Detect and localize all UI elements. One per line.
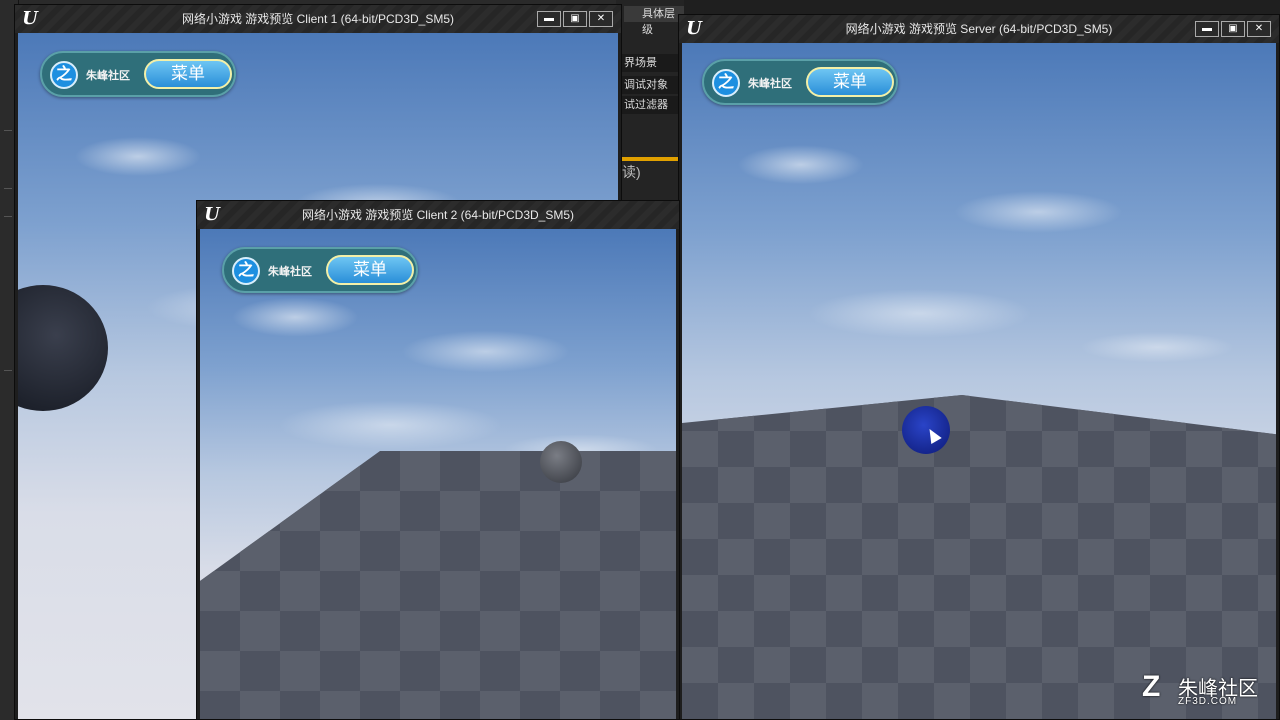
client2-title: 网络小游戏 游戏预览 Client 2 (64-bit/PCD3D_SM5): [301, 208, 575, 222]
watermark: Z 朱峰社区 ZF3D.COM: [1142, 670, 1270, 710]
panel-tick: [4, 188, 12, 189]
panel-tick: [4, 370, 12, 371]
close-button[interactable]: ✕: [1247, 21, 1271, 37]
outliner-row[interactable]: 试过滤器: [620, 96, 684, 114]
zhufeng-logo-icon: 之: [712, 69, 740, 97]
community-name: 朱峰社区: [86, 70, 130, 82]
server-viewport[interactable]: 之 朱峰社区 菜单: [682, 43, 1276, 719]
outliner-accent-bar: [616, 157, 684, 161]
menu-button[interactable]: 菜单: [806, 67, 894, 97]
panel-tick: [4, 216, 12, 217]
close-button[interactable]: ✕: [589, 11, 613, 27]
maximize-button[interactable]: ▣: [1221, 21, 1245, 37]
client2-window[interactable]: U 网络小游戏 游戏预览 Client 2 (64-bit/PCD3D_SM5)…: [196, 200, 680, 720]
community-name: 朱峰社区: [268, 266, 312, 278]
zhufeng-logo-icon: 之: [50, 61, 78, 89]
menu-button[interactable]: 菜单: [326, 255, 414, 285]
maximize-button[interactable]: ▣: [563, 11, 587, 27]
player-ball: [540, 441, 582, 483]
readonly-label: 读): [622, 164, 641, 180]
server-window[interactable]: U 网络小游戏 游戏预览 Server (64-bit/PCD3D_SM5) ▬…: [678, 14, 1280, 720]
hud-bar: 之 朱峰社区 菜单: [222, 247, 418, 293]
server-title: 网络小游戏 游戏预览 Server (64-bit/PCD3D_SM5): [845, 22, 1113, 36]
client2-viewport[interactable]: 之 朱峰社区 菜单: [200, 229, 676, 719]
client2-titlebar[interactable]: U 网络小游戏 游戏预览 Client 2 (64-bit/PCD3D_SM5): [197, 201, 679, 229]
client1-title: 网络小游戏 游戏预览 Client 1 (64-bit/PCD3D_SM5): [181, 12, 455, 26]
minimize-button[interactable]: ▬: [537, 11, 561, 27]
watermark-domain: ZF3D.COM: [1178, 696, 1238, 707]
server-titlebar[interactable]: U 网络小游戏 游戏预览 Server (64-bit/PCD3D_SM5) ▬…: [679, 15, 1279, 43]
minimize-button[interactable]: ▬: [1195, 21, 1219, 37]
outliner-row[interactable]: 界场景: [620, 54, 684, 72]
hud-bar: 之 朱峰社区 菜单: [40, 51, 236, 97]
hud-bar: 之 朱峰社区 菜单: [702, 59, 898, 105]
editor-world-outliner: 具体层级 界场景 调试对象 试过滤器 读): [616, 0, 684, 200]
zhufeng-watermark-icon: Z: [1142, 670, 1161, 703]
client1-titlebar[interactable]: U 网络小游戏 游戏预览 Client 1 (64-bit/PCD3D_SM5)…: [15, 5, 621, 33]
panel-tick: [4, 130, 12, 131]
community-name: 朱峰社区: [748, 78, 792, 90]
zhufeng-logo-icon: 之: [232, 257, 260, 285]
menu-button[interactable]: 菜单: [144, 59, 232, 89]
outliner-tab[interactable]: 具体层级: [624, 6, 684, 36]
outliner-row[interactable]: 调试对象: [620, 76, 684, 94]
editor-top-bar: [684, 0, 1280, 14]
